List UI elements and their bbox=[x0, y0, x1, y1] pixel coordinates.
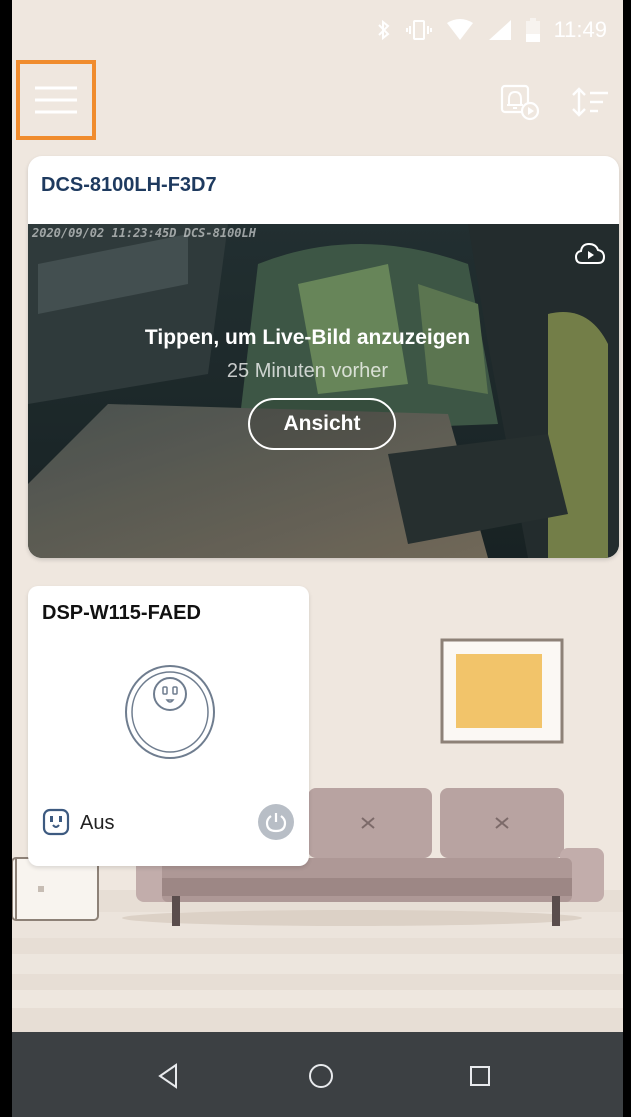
cloud-play-icon bbox=[574, 242, 606, 264]
menu-icon bbox=[35, 86, 77, 114]
camera-name: DCS-8100LH-F3D7 bbox=[41, 174, 217, 196]
nav-home-button[interactable] bbox=[297, 1052, 345, 1100]
vibrate-icon bbox=[405, 20, 432, 40]
menu-button[interactable] bbox=[16, 60, 96, 140]
snapshot-timestamp: 2020/09/02 11:23:45D DCS-8100LH bbox=[32, 226, 256, 240]
power-icon bbox=[265, 813, 287, 833]
system-nav-bar bbox=[12, 1032, 623, 1117]
recents-icon bbox=[470, 1066, 490, 1086]
sort-icon bbox=[572, 87, 608, 117]
camera-card[interactable]: DCS-8100LH-F3D7 2020/09/02 11:23:45D DCS… bbox=[28, 156, 619, 558]
smart-plug-card[interactable]: DSP-W115-FAED Aus bbox=[28, 586, 309, 866]
live-view-prompt: Tippen, um Live-Bild anzuzeigen bbox=[144, 326, 471, 349]
power-toggle-button[interactable] bbox=[258, 804, 294, 840]
bluetooth-icon bbox=[377, 19, 390, 41]
event-playback-icon bbox=[500, 84, 540, 121]
home-icon bbox=[309, 1064, 333, 1088]
app-bar bbox=[12, 60, 623, 140]
cloud-recording-button[interactable] bbox=[574, 242, 606, 271]
snapshot-age: 25 Minuten vorher bbox=[226, 360, 389, 382]
battery-icon bbox=[525, 18, 540, 42]
nav-back-button[interactable] bbox=[144, 1052, 192, 1100]
camera-snapshot[interactable] bbox=[28, 224, 619, 558]
sort-button[interactable] bbox=[568, 80, 612, 124]
nav-recents-button[interactable] bbox=[456, 1052, 504, 1100]
plug-name: DSP-W115-FAED bbox=[42, 602, 201, 624]
event-playback-button[interactable] bbox=[498, 80, 542, 124]
phone-screen: 11:49 DCS-8100LH-F3D7 2020/09/02 11:23:4… bbox=[12, 0, 623, 1117]
signal-icon bbox=[488, 20, 511, 40]
smart-plug-icon bbox=[125, 665, 215, 759]
plug-power-status: Aus bbox=[80, 812, 115, 834]
back-icon bbox=[158, 1063, 177, 1089]
status-time: 11:49 bbox=[553, 17, 607, 42]
view-button[interactable]: Ansicht bbox=[248, 398, 396, 450]
wifi-icon bbox=[446, 19, 473, 40]
outlet-icon bbox=[42, 808, 70, 836]
status-bar: 11:49 bbox=[12, 0, 623, 60]
outlet-status bbox=[42, 808, 70, 841]
